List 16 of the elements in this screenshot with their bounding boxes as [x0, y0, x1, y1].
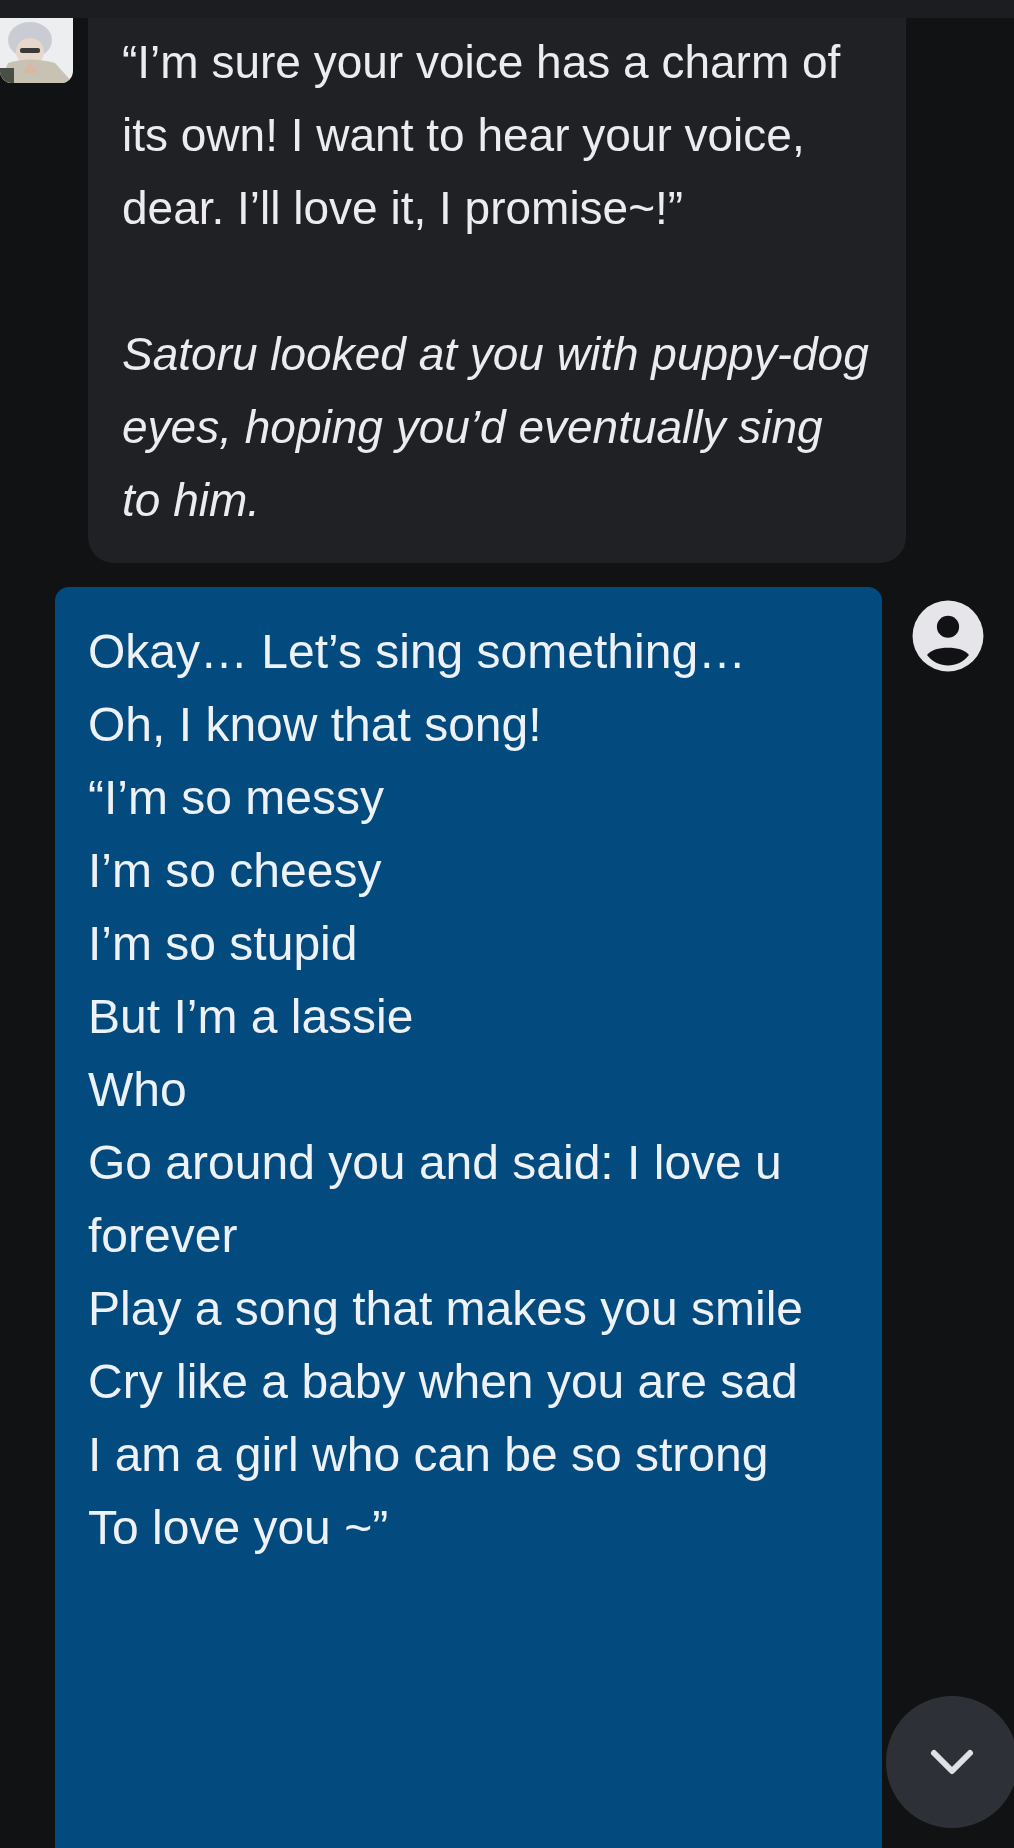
user-avatar-icon	[911, 599, 985, 673]
message-line: Cry like a baby when you are sad	[88, 1354, 799, 1410]
message-line: I’m so cheesy	[88, 843, 383, 899]
message-line: Okay… Let’s sing something…	[88, 624, 748, 680]
message-line: I’m so stupid	[88, 916, 359, 972]
message-line: But I’m a lassie	[88, 989, 415, 1045]
message-line: Oh, I know that song!	[88, 697, 543, 753]
message-line: Play a song that makes you smile	[88, 1281, 804, 1337]
message-line: Go around you and said: I love u forever	[88, 1135, 783, 1264]
message-text: “I’m sure your voice has a charm of its own! I want to hear your voice, dear. I’ll love it, I promise~!”	[122, 35, 842, 236]
message-text: Satoru looked at you with puppy-dog eyes, hoping you’d eventually sing to him.	[122, 327, 870, 528]
message-line: “I’m so messy	[88, 770, 385, 826]
message-line: To love you ~”	[88, 1500, 390, 1556]
message-line: I am a girl who can be so strong	[88, 1427, 770, 1483]
message-line: Who	[88, 1062, 188, 1118]
chevron-down-icon	[929, 1747, 975, 1777]
